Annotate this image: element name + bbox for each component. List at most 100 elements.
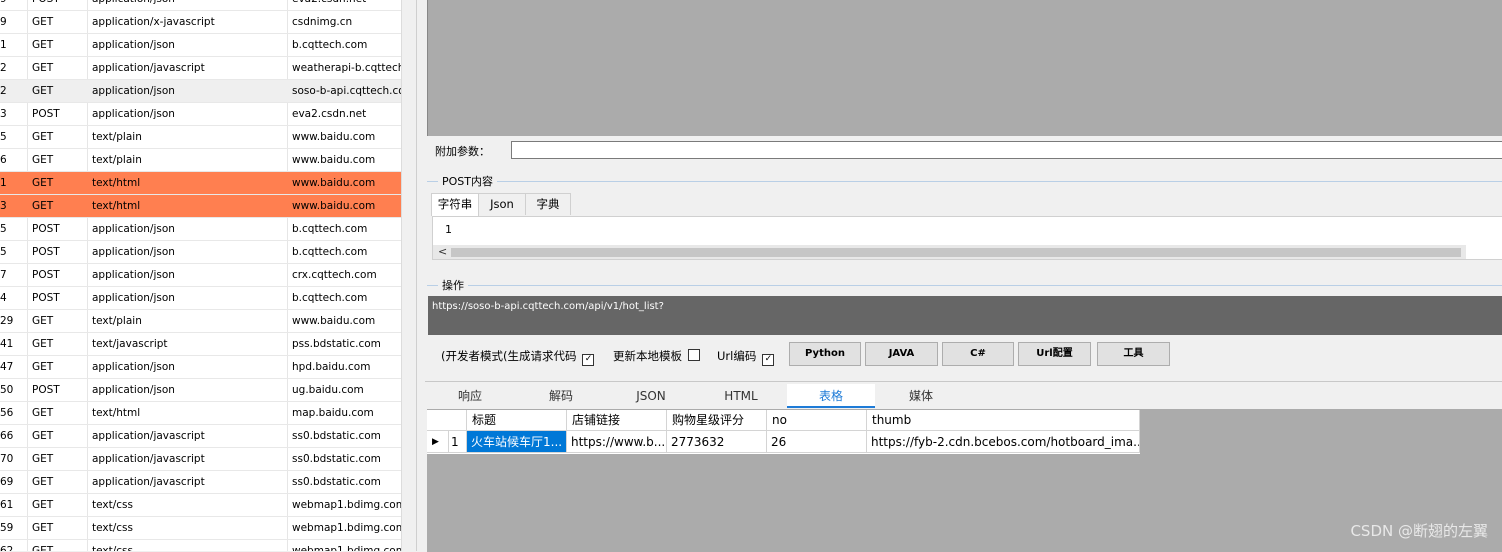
request-row[interactable]: 1 GET application/json b.cqttech.com <box>0 34 401 57</box>
update-template-checkbox[interactable] <box>688 349 700 361</box>
response-panel: 响应 解码 JSON HTML 表格 媒体 标题 店铺链接 购物星级评分 no … <box>425 381 1502 552</box>
request-id: 1 <box>0 177 7 189</box>
panel-splitter[interactable] <box>401 0 417 551</box>
request-id: 5 <box>0 131 7 143</box>
request-row[interactable]: 56 GET text/html map.baidu.com <box>0 402 401 425</box>
request-row[interactable]: 3 POST application/json eva2.csdn.net <box>0 103 401 126</box>
url-encode-option[interactable]: Url编码 ✓ <box>717 348 775 366</box>
request-row[interactable]: 4 POST application/json b.cqttech.com <box>0 287 401 310</box>
request-method: GET <box>32 430 54 442</box>
request-row[interactable]: 41 GET text/javascript pss.bdstatic.com <box>0 333 401 356</box>
request-id: 1 <box>0 39 7 51</box>
request-content-type: text/css <box>92 522 133 534</box>
request-method: POST <box>32 0 84 10</box>
request-row[interactable]: 2 GET application/json soso-b-api.cqttech.c… <box>0 80 401 103</box>
request-content-type: application/json <box>92 361 175 373</box>
scrollbar-thumb[interactable] <box>451 248 1461 257</box>
request-row[interactable]: 66 GET application/javascript ss0.bdstatic.… <box>0 425 401 448</box>
dev-mode-option[interactable]: (开发者模式(生成请求代码 ✓ <box>441 348 595 366</box>
column-header[interactable]: 购物星级评分 <box>667 410 767 431</box>
request-host: www.baidu.com <box>292 177 376 189</box>
request-row[interactable]: 3 GET text/html www.baidu.com <box>0 195 401 218</box>
request-method: POST <box>32 108 60 120</box>
tab-media[interactable]: 媒体 <box>885 384 957 408</box>
request-row[interactable]: 5 GET text/plain www.baidu.com <box>0 126 401 149</box>
column-header[interactable]: 标题 <box>467 410 567 431</box>
request-method: GET <box>32 39 54 51</box>
request-row[interactable]: 69 GET application/javascript ss0.bdstatic.… <box>0 471 401 494</box>
result-table[interactable]: 标题 店铺链接 购物星级评分 no thumb ▶ 1 火车站候车厅1... h… <box>427 410 1140 454</box>
table-cell[interactable]: 2773632 <box>667 431 767 453</box>
request-row[interactable]: 70 GET application/javascript ss0.bdstatic.… <box>0 448 401 471</box>
table-cell[interactable]: https://fyb-2.cdn.bcebos.com/hotboard_im… <box>867 431 1140 453</box>
request-content-type: application/javascript <box>92 62 205 74</box>
url-encode-checkbox[interactable]: ✓ <box>762 354 775 366</box>
row-marker-icon: ▶ <box>427 431 449 453</box>
request-content-type: application/javascript <box>92 453 205 465</box>
table-cell[interactable]: https://www.b... <box>567 431 667 453</box>
tab-string[interactable]: 字符串 <box>431 193 479 216</box>
column-header[interactable]: 店铺链接 <box>567 410 667 431</box>
request-method: GET <box>32 16 54 28</box>
request-row[interactable]: 29 GET text/plain www.baidu.com <box>0 310 401 333</box>
request-host: map.baidu.com <box>292 407 374 419</box>
python-button[interactable]: Python <box>789 342 861 366</box>
request-row[interactable]: 6 GET text/plain www.baidu.com <box>0 149 401 172</box>
tab-html[interactable]: HTML <box>705 384 777 408</box>
column-header[interactable]: thumb <box>867 410 1140 431</box>
request-id: 69 <box>0 476 14 488</box>
tab-json[interactable]: Json <box>478 193 526 215</box>
table-cell[interactable]: 26 <box>767 431 867 453</box>
request-row[interactable]: 9 GET application/x-javascript csdnimg.cn <box>0 11 401 34</box>
request-row[interactable]: 5 POST application/json b.cqttech.com <box>0 218 401 241</box>
request-id: 59 <box>0 522 14 534</box>
request-row[interactable]: 62 GET text/css webmap1.bdimg.com <box>0 540 401 551</box>
request-content-type: text/css <box>92 499 133 511</box>
tab-table[interactable]: 表格 <box>787 384 875 408</box>
url-config-button[interactable]: Url配置 <box>1018 342 1091 366</box>
line-number: 1 <box>445 223 452 236</box>
request-row[interactable]: 5 POST application/json b.cqttech.com <box>0 241 401 264</box>
request-row[interactable]: 1 GET text/html www.baidu.com <box>0 172 401 195</box>
tab-response[interactable]: 响应 <box>437 384 503 408</box>
tab-dict[interactable]: 字典 <box>525 193 571 215</box>
params-input[interactable] <box>511 141 1502 159</box>
horizontal-scrollbar[interactable]: < <box>433 245 1466 259</box>
request-method: GET <box>32 499 54 511</box>
request-id: 62 <box>0 545 14 551</box>
request-id: 61 <box>0 499 14 511</box>
csharp-button[interactable]: C# <box>942 342 1014 366</box>
request-content-type: application/json <box>92 292 175 304</box>
request-method: POST <box>32 292 60 304</box>
request-list[interactable]: 9 POST application/json eva2.csdn.net 9 GET ap… <box>0 0 401 551</box>
tools-button[interactable]: 工具 <box>1097 342 1170 366</box>
column-header[interactable]: no <box>767 410 867 431</box>
request-row[interactable]: 61 GET text/css webmap1.bdimg.com <box>0 494 401 517</box>
update-template-label: 更新本地模板 <box>613 349 682 363</box>
update-template-option[interactable]: 更新本地模板 <box>613 348 700 364</box>
request-id: 9 <box>0 0 25 10</box>
request-host: hpd.baidu.com <box>292 361 371 373</box>
post-body-editor[interactable]: 1 < <box>432 216 1502 260</box>
request-host: b.cqttech.com <box>292 246 368 258</box>
post-group-title: POST内容 <box>438 173 497 189</box>
java-button[interactable]: JAVA <box>865 342 938 366</box>
request-content-type: text/javascript <box>92 338 168 350</box>
request-host: www.baidu.com <box>292 200 376 212</box>
request-row[interactable]: 9 POST application/json eva2.csdn.net <box>0 0 401 11</box>
panel-splitter[interactable] <box>416 0 425 551</box>
tab-json-response[interactable]: JSON <box>615 384 687 408</box>
request-row[interactable]: 59 GET text/css webmap1.bdimg.com <box>0 517 401 540</box>
request-row[interactable]: 50 POST application/json ug.baidu.com <box>0 379 401 402</box>
request-row[interactable]: 7 POST application/json crx.cqttech.com <box>0 264 401 287</box>
request-content-type: text/plain <box>92 131 142 143</box>
dev-mode-checkbox[interactable]: ✓ <box>582 354 595 366</box>
request-row[interactable]: 47 GET application/json hpd.baidu.com <box>0 356 401 379</box>
request-content-type: application/json <box>92 85 175 97</box>
table-cell[interactable]: 火车站候车厅1... <box>467 431 567 453</box>
scroll-left-icon[interactable]: < <box>438 245 447 259</box>
request-content-type: text/html <box>92 177 141 189</box>
request-row[interactable]: 2 GET application/javascript weatherapi-b.c… <box>0 57 401 80</box>
url-output[interactable]: https://soso-b-api.cqttech.com/api/v1/ho… <box>428 296 1502 335</box>
tab-decode[interactable]: 解码 <box>525 384 597 408</box>
